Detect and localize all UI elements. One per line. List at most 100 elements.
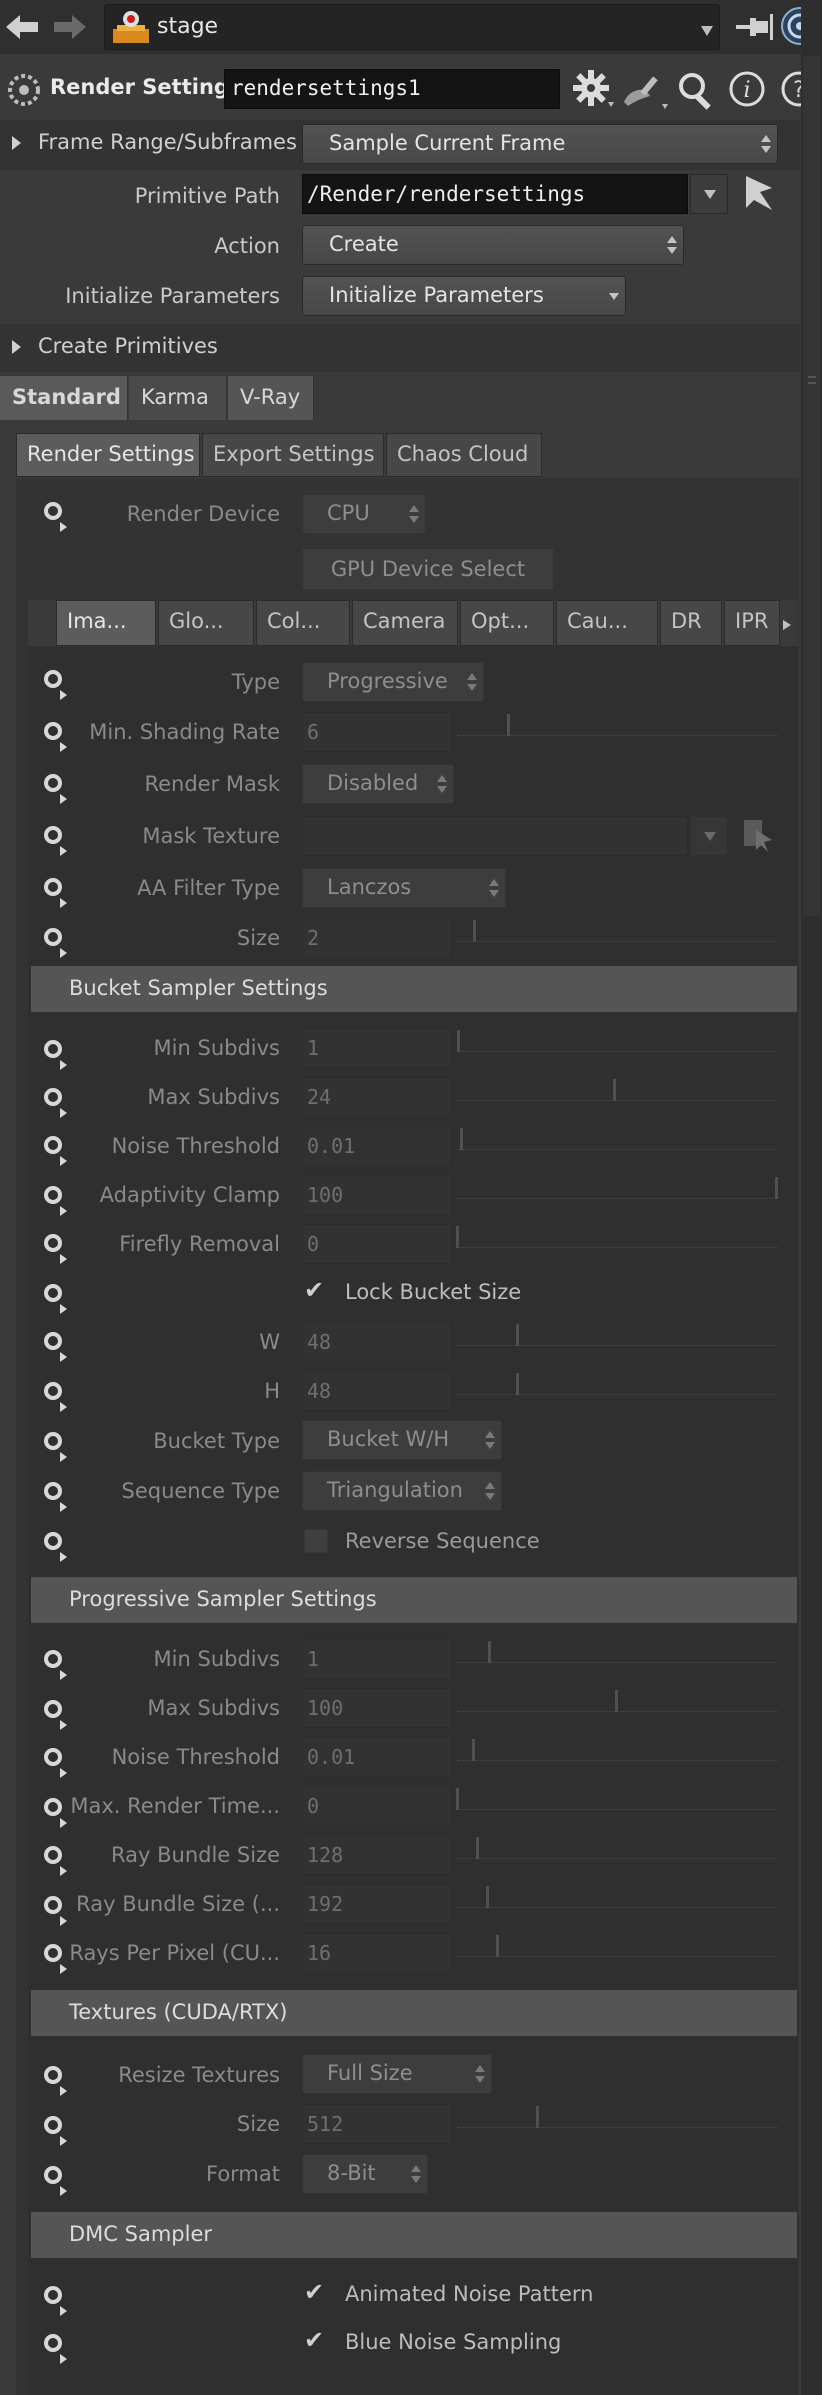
network-path-field[interactable]: stage <box>104 4 720 50</box>
keyframe-icon[interactable] <box>40 1282 70 1314</box>
max-render-time-slider[interactable] <box>458 1809 778 1813</box>
bucket-type-menu[interactable]: Bucket W/H <box>302 1420 502 1460</box>
subtab-global[interactable]: Glo... <box>158 600 254 646</box>
back-arrow-icon[interactable] <box>2 5 42 49</box>
pin-icon[interactable] <box>734 10 776 49</box>
expand-triangle-icon[interactable] <box>12 340 21 354</box>
bucket-height-field[interactable]: 48 <box>302 1371 452 1411</box>
subtab-ipr[interactable]: IPR <box>724 600 780 646</box>
slider-handle[interactable] <box>536 2106 539 2128</box>
mask-texture-dropdown[interactable] <box>690 816 728 856</box>
ray-bundle-size-gpu-field[interactable]: 192 <box>302 1884 452 1924</box>
info-icon[interactable]: i <box>728 70 766 113</box>
cursor-arrow-icon[interactable] <box>742 174 776 219</box>
primitive-path-field[interactable]: /Render/rendersettings <box>302 174 688 214</box>
ray-bundle-size-field[interactable]: 128 <box>302 1835 452 1875</box>
subtab-color[interactable]: Col... <box>256 600 350 646</box>
slider-handle[interactable] <box>615 1690 618 1712</box>
subtab-render-settings[interactable]: Render Settings <box>16 433 200 477</box>
aa-filter-type-menu[interactable]: Lanczos <box>302 868 506 908</box>
prog-noise-threshold-field[interactable]: 0.01 <box>302 1737 452 1777</box>
slider-handle[interactable] <box>496 1935 499 1957</box>
forward-arrow-icon[interactable] <box>50 5 90 49</box>
mask-texture-field[interactable] <box>302 816 688 856</box>
slider-handle[interactable] <box>613 1079 616 1101</box>
create-primitives-row[interactable]: Create Primitives <box>0 324 800 372</box>
slider-handle[interactable] <box>457 1030 460 1052</box>
prog-max-subdivs-field[interactable]: 100 <box>302 1688 452 1728</box>
slider-handle[interactable] <box>456 1226 459 1248</box>
init-params-menu[interactable]: Initialize Parameters <box>302 276 626 316</box>
filter-size-slider[interactable] <box>458 941 778 945</box>
action-menu[interactable]: Create <box>302 225 684 265</box>
slider-handle[interactable] <box>472 1739 475 1761</box>
bucket-max-subdivs-field[interactable]: 24 <box>302 1077 452 1117</box>
frame-range-menu[interactable]: Sample Current Frame <box>302 124 778 164</box>
blue-noise-checkbox[interactable]: ✔ <box>304 2326 324 2354</box>
animated-noise-checkbox[interactable]: ✔ <box>304 2278 324 2306</box>
slider-handle[interactable] <box>488 1641 491 1663</box>
resize-textures-menu[interactable]: Full Size <box>302 2054 492 2094</box>
adaptivity-clamp-slider[interactable] <box>458 1198 778 1202</box>
slider-handle[interactable] <box>456 1788 459 1810</box>
texture-format-menu[interactable]: 8-Bit <box>302 2154 428 2194</box>
prog-min-subdivs-field[interactable]: 1 <box>302 1639 452 1679</box>
chevron-down-icon[interactable] <box>701 19 713 36</box>
prog-max-subdivs-slider[interactable] <box>458 1711 778 1715</box>
slider-handle[interactable] <box>775 1177 778 1199</box>
slider-handle[interactable] <box>460 1128 463 1150</box>
min-shading-rate-slider[interactable] <box>458 735 778 739</box>
slider-handle[interactable] <box>507 714 510 736</box>
type-menu[interactable]: Progressive <box>302 662 484 702</box>
firefly-removal-slider[interactable] <box>458 1247 778 1251</box>
firefly-removal-field[interactable]: 0 <box>302 1224 452 1264</box>
bucket-noise-threshold-field[interactable]: 0.01 <box>302 1126 452 1166</box>
bucket-noise-threshold-slider[interactable] <box>458 1149 778 1153</box>
min-shading-rate-field[interactable]: 6 <box>302 712 452 752</box>
textures-section[interactable]: Textures (CUDA/RTX) <box>31 1990 797 2036</box>
dmc-sampler-section[interactable]: DMC Sampler <box>31 2212 797 2258</box>
subtab-chaos-cloud[interactable]: Chaos Cloud <box>386 433 542 477</box>
slider-handle[interactable] <box>516 1324 519 1346</box>
subtab-options[interactable]: Opt... <box>460 600 554 646</box>
slider-handle[interactable] <box>476 1837 479 1859</box>
outer-scroll-thumb[interactable] <box>803 56 820 916</box>
keyframe-icon[interactable] <box>40 1530 70 1562</box>
tab-vray[interactable]: V-Ray <box>228 376 314 420</box>
keyframe-icon[interactable] <box>40 2332 70 2364</box>
rays-per-pixel-field[interactable]: 16 <box>302 1933 452 1973</box>
bucket-min-subdivs-field[interactable]: 1 <box>302 1028 452 1068</box>
bucket-height-slider[interactable] <box>458 1394 778 1398</box>
slider-handle[interactable] <box>473 920 476 942</box>
bucket-width-field[interactable]: 48 <box>302 1322 452 1362</box>
expand-triangle-icon[interactable] <box>12 136 21 150</box>
subtab-dr[interactable]: DR <box>660 600 722 646</box>
bucket-max-subdivs-slider[interactable] <box>458 1100 778 1104</box>
progressive-sampler-section[interactable]: Progressive Sampler Settings <box>31 1577 797 1623</box>
subtab-image[interactable]: Ima... <box>56 600 156 646</box>
tab-karma[interactable]: Karma <box>129 376 227 420</box>
primitive-path-dropdown[interactable] <box>690 174 728 214</box>
file-chooser-icon[interactable] <box>742 818 776 859</box>
rays-per-pixel-slider[interactable] <box>458 1956 778 1960</box>
bucket-sampler-section[interactable]: Bucket Sampler Settings <box>31 966 797 1012</box>
tab-standard[interactable]: Standard <box>0 376 128 420</box>
subtab-caustics[interactable]: Cau... <box>556 600 658 646</box>
reverse-sequence-checkbox[interactable] <box>304 1529 328 1553</box>
bucket-min-subdivs-slider[interactable] <box>458 1051 778 1055</box>
sequence-type-menu[interactable]: Triangulation <box>302 1471 502 1511</box>
gpu-device-select-button[interactable]: GPU Device Select <box>302 548 554 590</box>
subtab-export-settings[interactable]: Export Settings <box>202 433 384 477</box>
gear-icon[interactable] <box>570 68 616 115</box>
tab-scroll-right-icon[interactable] <box>780 614 794 638</box>
keyframe-icon[interactable] <box>40 2284 70 2316</box>
prog-min-subdivs-slider[interactable] <box>458 1662 778 1666</box>
texture-size-slider[interactable] <box>458 2127 778 2131</box>
ray-bundle-size-slider[interactable] <box>458 1858 778 1862</box>
subtab-camera[interactable]: Camera <box>352 600 458 646</box>
node-name-field[interactable]: rendersettings1 <box>224 69 560 109</box>
ray-bundle-size-gpu-slider[interactable] <box>458 1907 778 1911</box>
prog-noise-threshold-slider[interactable] <box>458 1760 778 1764</box>
adaptivity-clamp-field[interactable]: 100 <box>302 1175 452 1215</box>
lock-bucket-size-checkbox[interactable]: ✔ <box>304 1276 324 1304</box>
